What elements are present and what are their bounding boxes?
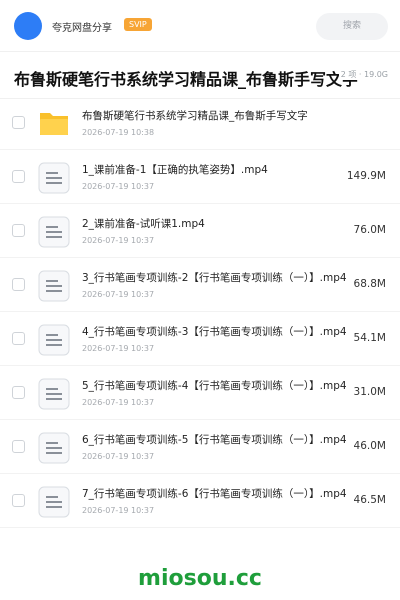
file-name[interactable]: 4_行书笔画专项训练-3【行书笔画专项训练（一）】.mp4 xyxy=(82,324,348,339)
file-size: 54.1M xyxy=(353,332,386,344)
file-size: 68.8M xyxy=(353,278,386,290)
watermark: miosou.cc xyxy=(138,566,262,591)
file-date: 2026-07-19 10:37 xyxy=(82,452,155,461)
folder-icon xyxy=(38,108,70,140)
file-size: 76.0M xyxy=(353,224,386,236)
item-count: 2 项 · 19.0G xyxy=(338,69,388,80)
file-date: 2026-07-19 10:37 xyxy=(82,236,155,245)
file-name[interactable]: 1_课前准备-1【正确的执笔姿势】.mp4 xyxy=(82,162,348,177)
file-date: 2026-07-19 10:37 xyxy=(82,344,155,353)
list-item[interactable]: 5_行书笔画专项训练-4【行书笔画专项训练（一）】.mp4 2026-07-19 … xyxy=(0,366,400,420)
file-date: 2026-07-19 10:37 xyxy=(82,506,155,515)
file-date: 2026-07-19 10:38 xyxy=(82,128,155,137)
top-bar: 夸克网盘分享 SVIP 搜索 xyxy=(0,0,400,52)
avatar[interactable] xyxy=(14,12,42,40)
file-list: 布鲁斯硬笔行书系统学习精品课_布鲁斯手写文字 2026-07-19 10:38 1_… xyxy=(0,96,400,528)
row-checkbox[interactable] xyxy=(12,278,25,291)
file-icon xyxy=(38,270,70,302)
file-date: 2026-07-19 10:37 xyxy=(82,182,155,191)
file-size: 149.9M xyxy=(346,170,386,182)
file-icon xyxy=(38,432,70,464)
list-item[interactable]: 2_课前准备-试听课1.mp4 2026-07-19 10:37 76.0M xyxy=(0,204,400,258)
search-input[interactable]: 搜索 xyxy=(316,13,388,40)
file-icon xyxy=(38,486,70,518)
row-checkbox[interactable] xyxy=(12,386,25,399)
list-item[interactable]: 3_行书笔画专项训练-2【行书笔画专项训练（一）】.mp4 2026-07-19 … xyxy=(0,258,400,312)
file-icon xyxy=(38,216,70,248)
list-item[interactable]: 布鲁斯硬笔行书系统学习精品课_布鲁斯手写文字 2026-07-19 10:38 xyxy=(0,96,400,150)
file-name[interactable]: 7_行书笔画专项训练-6【行书笔画专项训练（一）】.mp4 xyxy=(82,486,348,501)
file-name[interactable]: 2_课前准备-试听课1.mp4 xyxy=(82,216,348,231)
title-bar: 布鲁斯硬笔行书系统学习精品课_布鲁斯手写文字 2 项 · 19.0G xyxy=(0,53,400,99)
list-item[interactable]: 4_行书笔画专项训练-3【行书笔画专项训练（一）】.mp4 2026-07-19 … xyxy=(0,312,400,366)
row-checkbox[interactable] xyxy=(12,224,25,237)
file-name[interactable]: 3_行书笔画专项训练-2【行书笔画专项训练（一）】.mp4 xyxy=(82,270,348,285)
page-title: 布鲁斯硬笔行书系统学习精品课_布鲁斯手写文字 xyxy=(14,70,359,89)
share-title: 夸克网盘分享 xyxy=(52,23,112,34)
row-checkbox[interactable] xyxy=(12,440,25,453)
row-checkbox[interactable] xyxy=(12,170,25,183)
file-icon xyxy=(38,324,70,356)
svip-badge: SVIP xyxy=(124,18,152,31)
row-checkbox[interactable] xyxy=(12,116,25,129)
list-item[interactable]: 7_行书笔画专项训练-6【行书笔画专项训练（一）】.mp4 2026-07-19 … xyxy=(0,474,400,528)
list-item[interactable]: 1_课前准备-1【正确的执笔姿势】.mp4 2026-07-19 10:37 149… xyxy=(0,150,400,204)
file-icon xyxy=(38,162,70,194)
file-size: 46.5M xyxy=(353,494,386,506)
file-name[interactable]: 布鲁斯硬笔行书系统学习精品课_布鲁斯手写文字 xyxy=(82,108,348,123)
list-item[interactable]: 6_行书笔画专项训练-5【行书笔画专项训练（一）】.mp4 2026-07-19 … xyxy=(0,420,400,474)
file-icon xyxy=(38,378,70,410)
file-date: 2026-07-19 10:37 xyxy=(82,290,155,299)
file-size: 31.0M xyxy=(353,386,386,398)
row-checkbox[interactable] xyxy=(12,494,25,507)
file-name[interactable]: 6_行书笔画专项训练-5【行书笔画专项训练（一）】.mp4 xyxy=(82,432,348,447)
row-checkbox[interactable] xyxy=(12,332,25,345)
file-name[interactable]: 5_行书笔画专项训练-4【行书笔画专项训练（一）】.mp4 xyxy=(82,378,348,393)
file-size: 46.0M xyxy=(353,440,386,452)
file-date: 2026-07-19 10:37 xyxy=(82,398,155,407)
